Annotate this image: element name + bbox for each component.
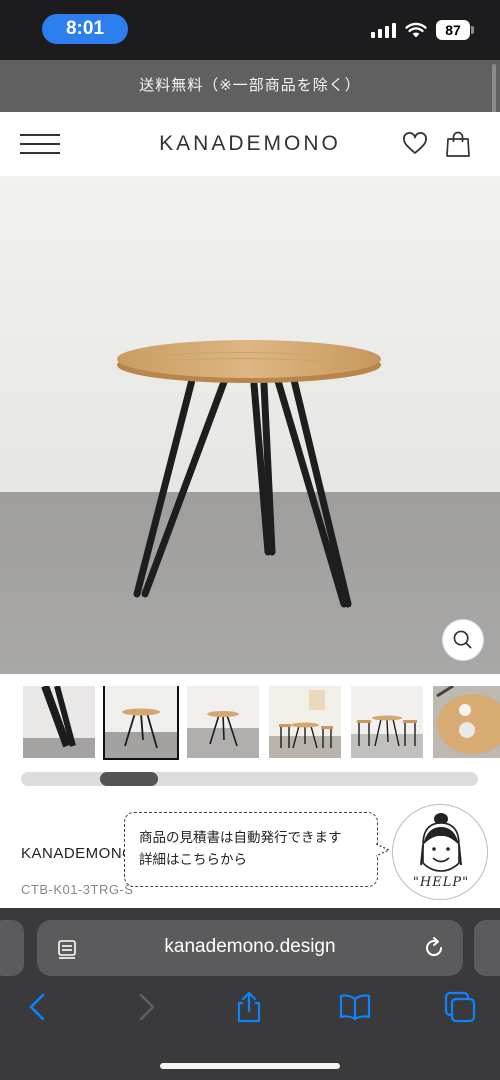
battery-icon: 87 (436, 20, 474, 40)
product-sku: CTB-K01-3TRG-S (21, 882, 134, 897)
reload-icon[interactable] (421, 935, 447, 961)
status-icons: 87 (371, 20, 474, 40)
forward-icon[interactable] (129, 990, 163, 1024)
thumbnail-leg-detail[interactable] (23, 686, 95, 758)
share-icon[interactable] (232, 990, 266, 1024)
shopping-bag-icon[interactable] (445, 130, 471, 158)
next-tab-preview[interactable] (474, 920, 500, 976)
help-line-2: 詳細はこちらから (139, 852, 247, 867)
thumbnail-round-table-front[interactable] (103, 686, 179, 760)
previous-tab-preview[interactable] (0, 920, 24, 976)
status-time: 8:01 (42, 14, 128, 44)
wifi-icon (405, 22, 427, 37)
thumbnail-table-with-chairs[interactable] (269, 686, 341, 758)
heart-icon[interactable] (402, 131, 428, 157)
help-avatar-button[interactable]: "HELP" (392, 804, 488, 900)
home-indicator[interactable] (160, 1063, 340, 1069)
site-header: KANADEMONO (0, 112, 500, 176)
status-bar: 8:01 87 (0, 0, 500, 60)
thumbnail-strip[interactable] (0, 686, 500, 760)
address-bar[interactable]: kanademono.design (37, 920, 463, 976)
product-main-image[interactable] (0, 176, 500, 674)
product-brand: KANADEMONO (21, 845, 135, 862)
thumbnail-tabletop-detail[interactable] (433, 686, 500, 758)
help-label: "HELP" (412, 875, 470, 890)
thumbnail-scrollbar-handle[interactable] (100, 772, 158, 786)
bubble-tail (376, 843, 390, 857)
zoom-icon[interactable] (442, 619, 484, 661)
back-icon[interactable] (21, 990, 55, 1024)
help-line-1: 商品の見積書は自動発行できます (139, 830, 342, 845)
bookmarks-icon[interactable] (338, 990, 372, 1024)
thumbnail-scrollbar-track[interactable] (21, 772, 478, 786)
free-shipping-banner[interactable]: 送料無料（※一部商品を除く） (0, 60, 500, 112)
quote-help-bubble[interactable]: 商品の見積書は自動発行できます 詳細はこちらから (124, 812, 378, 887)
tabs-icon[interactable] (443, 990, 477, 1024)
thumbnail-table-with-chairs-2[interactable] (351, 686, 423, 758)
url-text[interactable]: kanademono.design (37, 936, 463, 958)
signal-icon (371, 22, 396, 38)
thumbnail-round-table-small[interactable] (187, 686, 259, 758)
